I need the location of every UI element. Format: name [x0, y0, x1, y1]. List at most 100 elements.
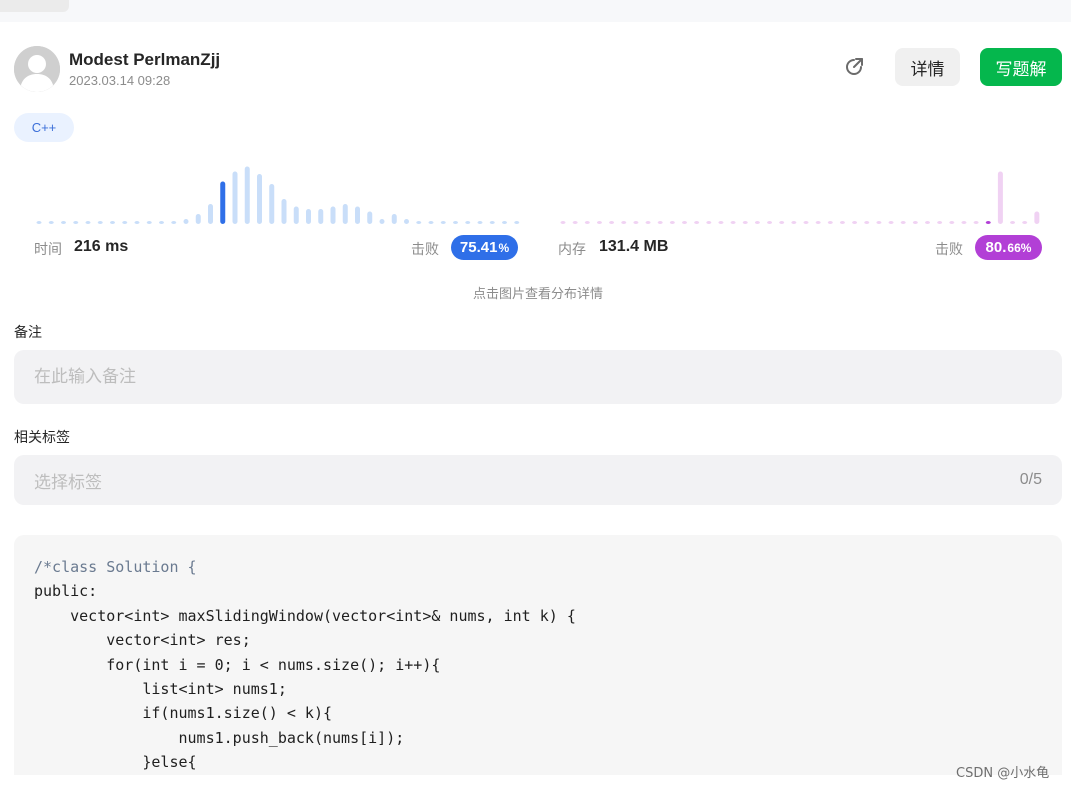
runtime-bar	[293, 206, 299, 224]
memory-bar	[839, 221, 845, 224]
watermark: CSDN @小水龟	[956, 766, 1050, 781]
memory-bar	[973, 221, 979, 224]
memory-bar	[657, 221, 663, 224]
memory-bar	[694, 221, 700, 224]
detail-button[interactable]: 详情	[895, 48, 960, 86]
runtime-bar	[244, 166, 250, 224]
tags-label: 相关标签	[14, 430, 70, 446]
code-line: if(nums1.size() < k){	[34, 704, 333, 723]
runtime-bar	[97, 221, 103, 224]
memory-bar	[925, 221, 930, 224]
runtime-distribution-chart[interactable]	[36, 166, 520, 225]
memory-bar	[706, 221, 712, 224]
memory-beat-label: 击败	[935, 242, 963, 258]
runtime-value: 216 ms	[74, 238, 129, 255]
runtime-label: 时间	[34, 242, 62, 258]
runtime-bar	[514, 221, 520, 224]
runtime-bar	[489, 221, 495, 224]
memory-bar	[767, 221, 773, 224]
memory-bar	[609, 221, 615, 224]
memory-bar	[560, 221, 566, 224]
runtime-bar	[159, 221, 164, 224]
share-icon	[846, 58, 863, 75]
runtime-bar	[134, 221, 140, 224]
memory-bar	[584, 221, 590, 224]
runtime-bar	[146, 221, 152, 224]
runtime-bar	[232, 171, 238, 224]
runtime-bar	[73, 221, 79, 224]
runtime-bar	[465, 221, 471, 224]
memory-bar	[888, 221, 894, 224]
notes-label: 备注	[14, 325, 42, 341]
runtime-beat-badge: 75.41%	[451, 235, 518, 260]
runtime-bar	[183, 219, 189, 224]
runtime-bar	[36, 221, 42, 224]
runtime-bar	[61, 221, 66, 224]
top-strip	[0, 0, 1071, 22]
memory-bar	[949, 221, 955, 224]
memory-bar	[852, 221, 858, 224]
memory-bar	[1010, 221, 1016, 224]
memory-bar	[645, 221, 651, 224]
distribution-charts[interactable]	[0, 155, 1071, 230]
runtime-bar	[453, 221, 458, 224]
memory-value: 131.4 MB	[599, 238, 669, 255]
runtime-bar	[355, 206, 360, 224]
avatar[interactable]	[14, 46, 60, 92]
code-line: public:	[34, 582, 98, 601]
memory-distribution-chart[interactable]	[560, 171, 1040, 225]
runtime-beat-main: 75.41	[459, 239, 498, 256]
code-line: vector<int> res;	[34, 631, 251, 650]
runtime-bar	[122, 221, 128, 224]
runtime-bar	[428, 221, 434, 224]
memory-bar	[730, 221, 736, 224]
memory-bar	[900, 221, 906, 224]
runtime-bar	[220, 181, 226, 224]
runtime-bar	[257, 174, 262, 224]
runtime-bar	[502, 221, 507, 224]
memory-bar	[961, 221, 967, 224]
memory-bar	[791, 221, 797, 224]
author-name[interactable]: Modest PerlmanZjj	[69, 50, 220, 70]
runtime-bar	[281, 199, 287, 224]
memory-bar	[997, 171, 1003, 224]
code-line: nums1.push_back(nums[i]);	[34, 728, 405, 747]
memory-bar	[572, 221, 578, 224]
memory-bar	[754, 221, 760, 224]
runtime-bar	[85, 221, 91, 224]
notes-input[interactable]	[14, 350, 1062, 404]
language-tag[interactable]: C++	[14, 113, 74, 142]
memory-bar	[1034, 211, 1040, 224]
memory-bar	[864, 221, 870, 224]
memory-bar	[876, 221, 882, 224]
memory-bar	[912, 221, 918, 224]
write-solution-button[interactable]: 写题解	[980, 48, 1062, 86]
runtime-bar	[208, 204, 213, 224]
runtime-bar	[110, 221, 115, 224]
code-line: }else{	[34, 753, 197, 772]
runtime-bar	[477, 221, 483, 224]
share-button[interactable]	[838, 51, 870, 83]
tag-select[interactable]: 选择标签 0/5	[14, 455, 1062, 505]
memory-bar	[682, 221, 687, 224]
runtime-bar	[416, 221, 422, 224]
code-block[interactable]: /*class Solution { public: vector<int> m…	[14, 535, 1062, 775]
memory-beat-suffix: 66%	[1007, 240, 1032, 255]
runtime-bar	[342, 204, 348, 224]
code-line: list<int> nums1;	[34, 679, 287, 698]
code-line: for(int i = 0; i < nums.size(); i++){	[34, 655, 441, 674]
runtime-bar	[269, 184, 275, 224]
memory-bar	[827, 221, 833, 224]
tab-stub[interactable]	[0, 0, 69, 12]
runtime-bar	[306, 209, 311, 224]
memory-bar	[742, 221, 748, 224]
memory-bar	[1022, 221, 1028, 224]
runtime-beat-label: 击败	[411, 242, 439, 258]
memory-bar	[985, 221, 991, 224]
runtime-bar	[391, 214, 397, 224]
memory-beat-main: 80.	[985, 239, 1007, 256]
chart-hint[interactable]: 点击图片查看分布详情	[0, 283, 1071, 302]
user-avatar-icon	[14, 46, 60, 92]
runtime-bar	[48, 221, 54, 224]
code-line: /*class Solution {	[34, 558, 197, 576]
